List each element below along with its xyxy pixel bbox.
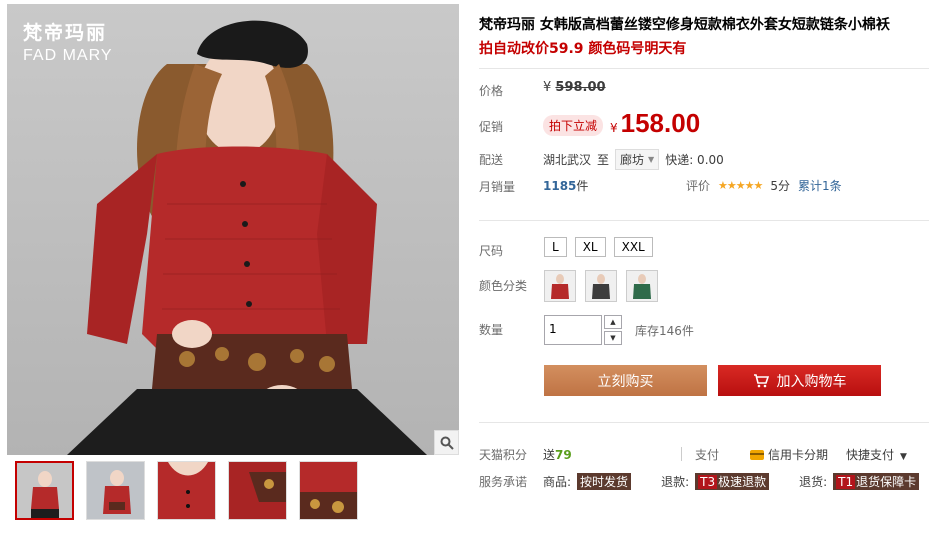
fast-refund-tag[interactable]: T3 极速退款 bbox=[695, 473, 770, 490]
price-label: 价格 bbox=[479, 84, 504, 98]
thumbnail-4[interactable] bbox=[228, 461, 287, 520]
monthly-sales: 1185件 bbox=[543, 177, 588, 194]
current-price: ¥158.00 bbox=[610, 108, 700, 139]
rating: 评价 ★★★★★ 5分 累计1条 bbox=[686, 177, 842, 194]
credit-card-installment[interactable]: 信用卡分期 bbox=[750, 446, 828, 463]
refund-prefix: 退款: bbox=[661, 475, 690, 489]
thumbnail-strip bbox=[7, 461, 459, 520]
promo-badge: 拍下立减 bbox=[543, 115, 604, 136]
service-promises: 商品: 按时发货 退款: T3 极速退款 退货: T1 退货保障卡 bbox=[543, 473, 920, 490]
ship-from: 湖北武汉 bbox=[543, 153, 592, 167]
thumbnail-2[interactable] bbox=[86, 461, 145, 520]
model-photo-illustration bbox=[67, 20, 427, 455]
brand-logo: 梵帝玛丽 FAD MARY bbox=[23, 18, 113, 65]
size-options: L XL XXL bbox=[544, 237, 653, 257]
zoom-button[interactable] bbox=[434, 430, 459, 455]
quantity-label: 数量 bbox=[479, 323, 504, 337]
credit-card-icon bbox=[750, 449, 764, 460]
divider bbox=[479, 68, 929, 69]
buy-now-button[interactable]: 立刻购买 bbox=[544, 365, 707, 396]
service-label: 服务承诺 bbox=[479, 475, 528, 489]
rating-label: 评价 bbox=[686, 179, 711, 193]
return-prefix: 退货: bbox=[799, 475, 828, 489]
points-number: 79 bbox=[555, 448, 572, 462]
currency-symbol: ¥ bbox=[543, 80, 552, 95]
shipping-label: 配送 bbox=[479, 153, 504, 167]
monthly-sales-label: 月销量 bbox=[479, 180, 516, 194]
ship-to-word: 至 bbox=[597, 153, 610, 167]
review-count-link[interactable]: 累计1条 bbox=[798, 177, 842, 194]
magnifier-icon bbox=[440, 436, 454, 450]
size-option-xl[interactable]: XL bbox=[574, 237, 606, 257]
cart-icon bbox=[753, 373, 769, 387]
goods-prefix: 商品: bbox=[543, 475, 572, 489]
points-value: 送79 bbox=[543, 446, 572, 463]
points-prefix: 送 bbox=[543, 448, 556, 462]
chevron-down-icon: ▼ bbox=[900, 452, 907, 462]
main-product-image[interactable]: 梵帝玛丽 FAD MARY bbox=[7, 4, 459, 455]
add-to-cart-label: 加入购物车 bbox=[776, 372, 847, 389]
brand-name-cn: 梵帝玛丽 bbox=[23, 22, 108, 44]
product-gallery: 梵帝玛丽 FAD MARY bbox=[7, 4, 459, 520]
divider bbox=[479, 220, 929, 221]
refund-badge: T3 bbox=[698, 475, 718, 489]
quantity-increase-button[interactable]: ▲ bbox=[604, 315, 622, 329]
payment-label: 支付 bbox=[695, 448, 720, 462]
original-price: ¥ 598.00 bbox=[543, 80, 606, 95]
destination-select[interactable]: 廊坊 ▼ bbox=[615, 149, 660, 170]
shipping-info: 湖北武汉 至 廊坊 ▼ 快递: 0.00 bbox=[543, 149, 724, 170]
stock-info: 库存146件 bbox=[635, 324, 694, 338]
return-badge: T1 bbox=[836, 475, 856, 489]
return-tag-label: 退货保障卡 bbox=[856, 475, 917, 489]
promo-label: 促销 bbox=[479, 120, 504, 134]
color-swatch-2[interactable] bbox=[585, 270, 617, 302]
product-subtitle: 拍自动改价59.9 颜色码号明天有 bbox=[479, 41, 687, 57]
shipping-fee: 快递: 0.00 bbox=[665, 153, 724, 167]
product-title: 梵帝玛丽 女韩版高档蕾丝镂空修身短款棉衣外套女短款链条小棉袄 bbox=[479, 17, 890, 33]
size-option-xxl[interactable]: XXL bbox=[613, 237, 653, 257]
star-rating-icon: ★★★★★ bbox=[718, 179, 763, 192]
color-label: 颜色分类 bbox=[479, 279, 528, 293]
destination-value: 廊坊 bbox=[620, 153, 645, 167]
product-info-panel: 梵帝玛丽 女韩版高档蕾丝镂空修身短款棉衣外套女短款链条小棉袄 拍自动改价59.9… bbox=[467, 0, 930, 539]
size-option-l[interactable]: L bbox=[544, 237, 567, 257]
on-time-delivery-tag[interactable]: 按时发货 bbox=[577, 473, 632, 490]
thumbnail-3[interactable] bbox=[157, 461, 216, 520]
divider bbox=[479, 422, 929, 423]
return-guarantee-tag[interactable]: T1 退货保障卡 bbox=[833, 473, 920, 490]
quick-pay-dropdown[interactable]: 快捷支付 ▼ bbox=[846, 446, 907, 463]
quantity-input[interactable]: 1 bbox=[544, 315, 602, 345]
original-price-value: 598.00 bbox=[555, 80, 606, 95]
refund-tag-label: 极速退款 bbox=[718, 475, 767, 489]
divider bbox=[681, 447, 682, 461]
color-swatch-1[interactable] bbox=[544, 270, 576, 302]
color-swatch-3[interactable] bbox=[626, 270, 658, 302]
thumbnail-1[interactable] bbox=[15, 461, 74, 520]
rating-score: 5分 bbox=[770, 179, 790, 193]
sales-unit: 件 bbox=[576, 179, 589, 193]
sales-count: 1185 bbox=[543, 179, 577, 193]
points-label: 天猫积分 bbox=[479, 448, 528, 462]
thumbnail-5[interactable] bbox=[299, 461, 358, 520]
brand-name-en: FAD MARY bbox=[23, 47, 113, 64]
currency-symbol: ¥ bbox=[610, 121, 618, 135]
color-options bbox=[544, 270, 658, 302]
credit-card-label: 信用卡分期 bbox=[768, 448, 829, 462]
add-to-cart-button[interactable]: 加入购物车 bbox=[718, 365, 881, 396]
quantity-decrease-button[interactable]: ▼ bbox=[604, 331, 622, 345]
quick-pay-label: 快捷支付 bbox=[846, 448, 895, 462]
chevron-down-icon: ▼ bbox=[648, 155, 655, 164]
size-label: 尺码 bbox=[479, 244, 504, 258]
current-price-value: 158.00 bbox=[620, 108, 701, 138]
